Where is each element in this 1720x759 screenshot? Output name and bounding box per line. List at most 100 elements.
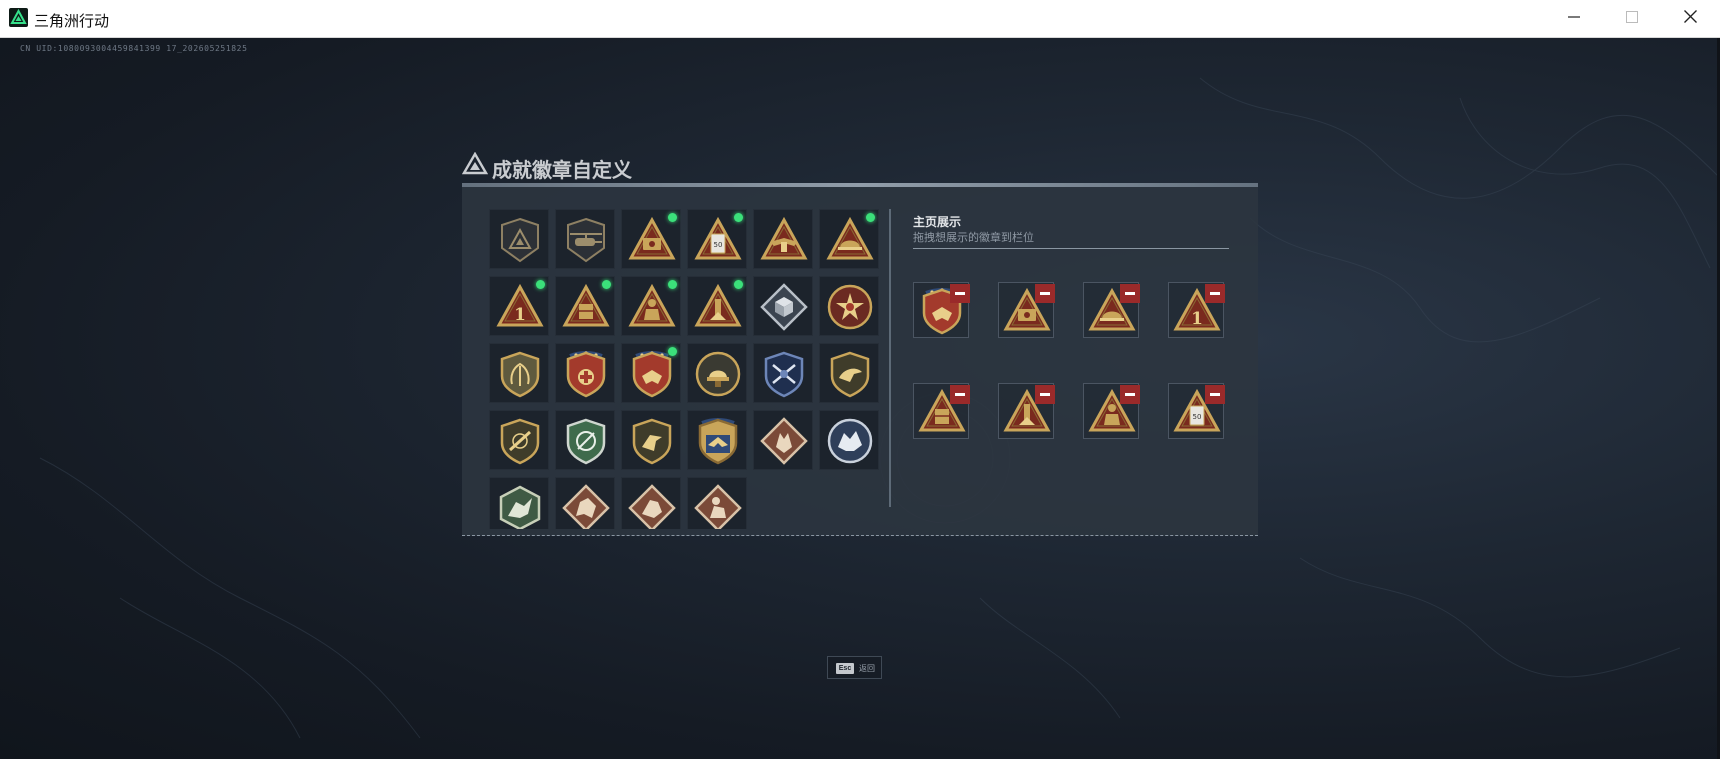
badge-slot[interactable]: [621, 477, 681, 529]
gold-triangle-crate-badge-icon: [562, 283, 610, 327]
badge-customize-panel: 50 1 主页展示 拖拽想展示的徽章到栏位 1 50: [462, 187, 1258, 536]
homepage-display-divider: [913, 248, 1229, 249]
minus-icon: [1125, 393, 1135, 396]
red-diamond-soldier-badge-icon: [694, 484, 742, 529]
badge-slot[interactable]: [621, 410, 681, 470]
minus-icon: [1210, 393, 1220, 396]
gold-triangle-helmet-badge-icon: [826, 216, 874, 260]
remove-badge-button[interactable]: [950, 385, 970, 404]
remove-badge-button[interactable]: [1120, 284, 1140, 303]
back-button[interactable]: Esc 返回: [827, 656, 882, 679]
badge-slot[interactable]: [819, 209, 879, 269]
badge-slot[interactable]: [819, 410, 879, 470]
new-indicator-dot: [602, 280, 611, 289]
badge-slot[interactable]: [621, 209, 681, 269]
remove-badge-button[interactable]: [950, 284, 970, 303]
minus-icon: [1125, 292, 1135, 295]
minus-icon: [1040, 393, 1050, 396]
homepage-display-title: 主页展示: [913, 215, 962, 229]
remove-badge-button[interactable]: [1205, 284, 1225, 303]
badge-grid[interactable]: 50 1: [489, 209, 889, 529]
gold-triangle-number-one-badge-icon: 1: [496, 283, 544, 327]
homepage-display-slot[interactable]: 1: [1168, 282, 1225, 338]
homepage-display-slot[interactable]: [1083, 282, 1140, 338]
esc-key-label: Esc: [836, 663, 854, 674]
badge-slot[interactable]: [753, 410, 813, 470]
badge-slot[interactable]: [819, 276, 879, 336]
remove-badge-button[interactable]: [1120, 385, 1140, 404]
badge-slot[interactable]: [489, 209, 549, 269]
app-logo-icon: [9, 8, 28, 27]
green-hexagon-dragon-badge-icon: [499, 485, 541, 529]
badge-slot[interactable]: [753, 209, 813, 269]
remove-badge-button[interactable]: [1035, 385, 1055, 404]
minimize-icon: [1568, 10, 1580, 28]
badge-slot[interactable]: [555, 343, 615, 403]
badge-slot[interactable]: [621, 343, 681, 403]
new-indicator-dot: [668, 280, 677, 289]
badge-slot[interactable]: [489, 343, 549, 403]
gold-triangle-card-badge-icon: 50: [694, 216, 742, 260]
badge-slot[interactable]: [687, 343, 747, 403]
badge-slot[interactable]: [555, 410, 615, 470]
maximize-button[interactable]: [1603, 0, 1661, 37]
gold-triangle-tower-badge-icon: [694, 283, 742, 327]
badge-slot[interactable]: [555, 276, 615, 336]
badge-slot[interactable]: [555, 477, 615, 529]
blue-shield-rifles-badge-icon: [764, 351, 804, 398]
minimize-button[interactable]: [1545, 0, 1603, 37]
remove-badge-button[interactable]: [1035, 284, 1055, 303]
badge-slot[interactable]: [687, 410, 747, 470]
panel-title: 成就徽章自定义: [492, 158, 632, 182]
olive-shield-wreath-badge-icon: [500, 351, 540, 398]
minus-icon: [955, 393, 965, 396]
helicopter-shield-badge-icon: [567, 217, 605, 263]
olive-shield-hawk-badge-icon: [632, 418, 672, 465]
red-diamond-beast-badge-icon: [628, 484, 676, 529]
homepage-display-subtitle: 拖拽想展示的徽章到栏位: [913, 231, 1034, 244]
silver-diamond-cube-badge-icon: [760, 283, 808, 331]
homepage-display-slot[interactable]: [913, 383, 970, 439]
badge-slot[interactable]: [621, 276, 681, 336]
delta-shield-badge-icon: [501, 217, 539, 263]
badge-slot[interactable]: [489, 410, 549, 470]
red-diamond-wolf-badge-icon: [760, 417, 808, 465]
round-wolf-badge-icon: [827, 418, 873, 464]
new-indicator-dot: [734, 213, 743, 222]
new-indicator-dot: [668, 213, 677, 222]
homepage-display-slot[interactable]: [998, 282, 1055, 338]
badge-slot[interactable]: [555, 209, 615, 269]
gold-triangle-soldier-badge-icon: [628, 283, 676, 327]
badge-slot[interactable]: 1: [489, 276, 549, 336]
uid-text: CN UID:1080093004459841399 17_2026052518…: [20, 44, 248, 53]
svg-text:50: 50: [714, 241, 723, 249]
homepage-display-slot[interactable]: [913, 282, 970, 338]
blue-shield-eagle-badge-icon: [698, 418, 738, 465]
homepage-display-slot[interactable]: 50: [1168, 383, 1225, 439]
remove-badge-button[interactable]: [1205, 385, 1225, 404]
badge-slot[interactable]: [687, 477, 747, 529]
close-button[interactable]: [1661, 0, 1719, 37]
new-indicator-dot: [866, 213, 875, 222]
round-helmet-badge-icon: [695, 351, 741, 397]
badge-slot[interactable]: 50: [687, 209, 747, 269]
new-indicator-dot: [734, 280, 743, 289]
gold-triangle-cash-badge-icon: [628, 216, 676, 260]
new-indicator-dot: [668, 347, 677, 356]
homepage-display-slot[interactable]: [1083, 383, 1140, 439]
star-shield-cross-badge-icon: [566, 351, 606, 398]
badge-slot[interactable]: [819, 343, 879, 403]
minus-icon: [955, 292, 965, 295]
maximize-icon: [1626, 10, 1638, 28]
red-diamond-dragon-badge-icon: [562, 484, 610, 529]
olive-shield-eagle-badge-icon: [830, 351, 870, 398]
badge-grid-scrollbar[interactable]: [889, 209, 891, 507]
svg-text:50: 50: [1193, 413, 1202, 421]
panel-title-icon-wrap: [461, 151, 489, 181]
badge-slot[interactable]: [753, 343, 813, 403]
badge-slot[interactable]: [687, 276, 747, 336]
badge-slot[interactable]: [753, 276, 813, 336]
homepage-display-slot[interactable]: [998, 383, 1055, 439]
badge-slot[interactable]: [489, 477, 549, 529]
close-icon: [1683, 9, 1697, 28]
